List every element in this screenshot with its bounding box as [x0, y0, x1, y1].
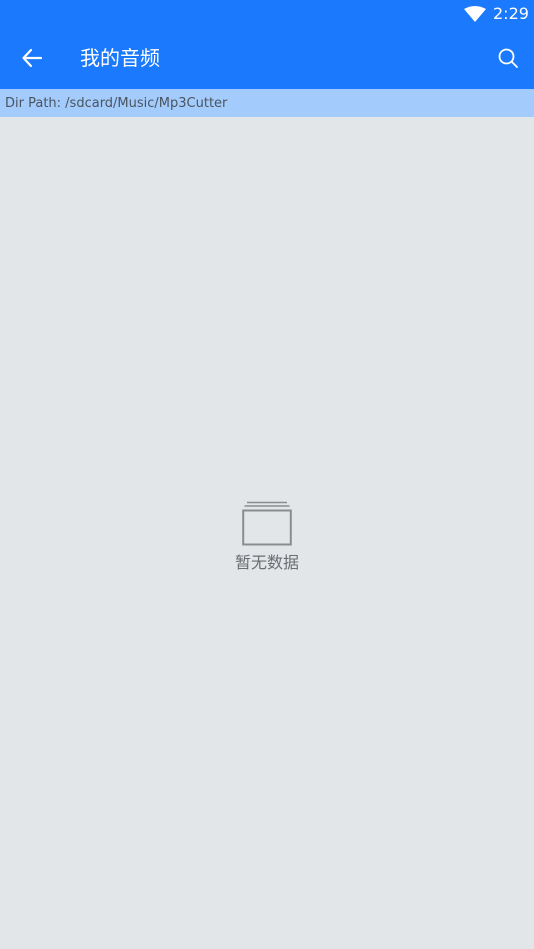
app-bar: 我的音频 [0, 28, 534, 89]
screen: 2:29 我的音频 Dir Path: /sdcard/Music/Mp3Cut… [0, 0, 534, 949]
empty-state: 暂无数据 [0, 500, 534, 574]
dir-path-bar: Dir Path: /sdcard/Music/Mp3Cutter [0, 89, 534, 117]
arrow-left-icon [22, 48, 43, 68]
wifi-icon [464, 6, 486, 22]
status-bar: 2:29 [0, 0, 534, 28]
search-button[interactable] [490, 40, 526, 76]
search-icon [498, 48, 518, 68]
page-title: 我的音频 [80, 46, 160, 70]
status-time: 2:29 [493, 4, 529, 23]
empty-folder-icon [242, 501, 292, 546]
dir-path-text: Dir Path: /sdcard/Music/Mp3Cutter [5, 96, 228, 111]
back-button[interactable] [14, 40, 50, 76]
empty-text: 暂无数据 [234, 553, 299, 572]
